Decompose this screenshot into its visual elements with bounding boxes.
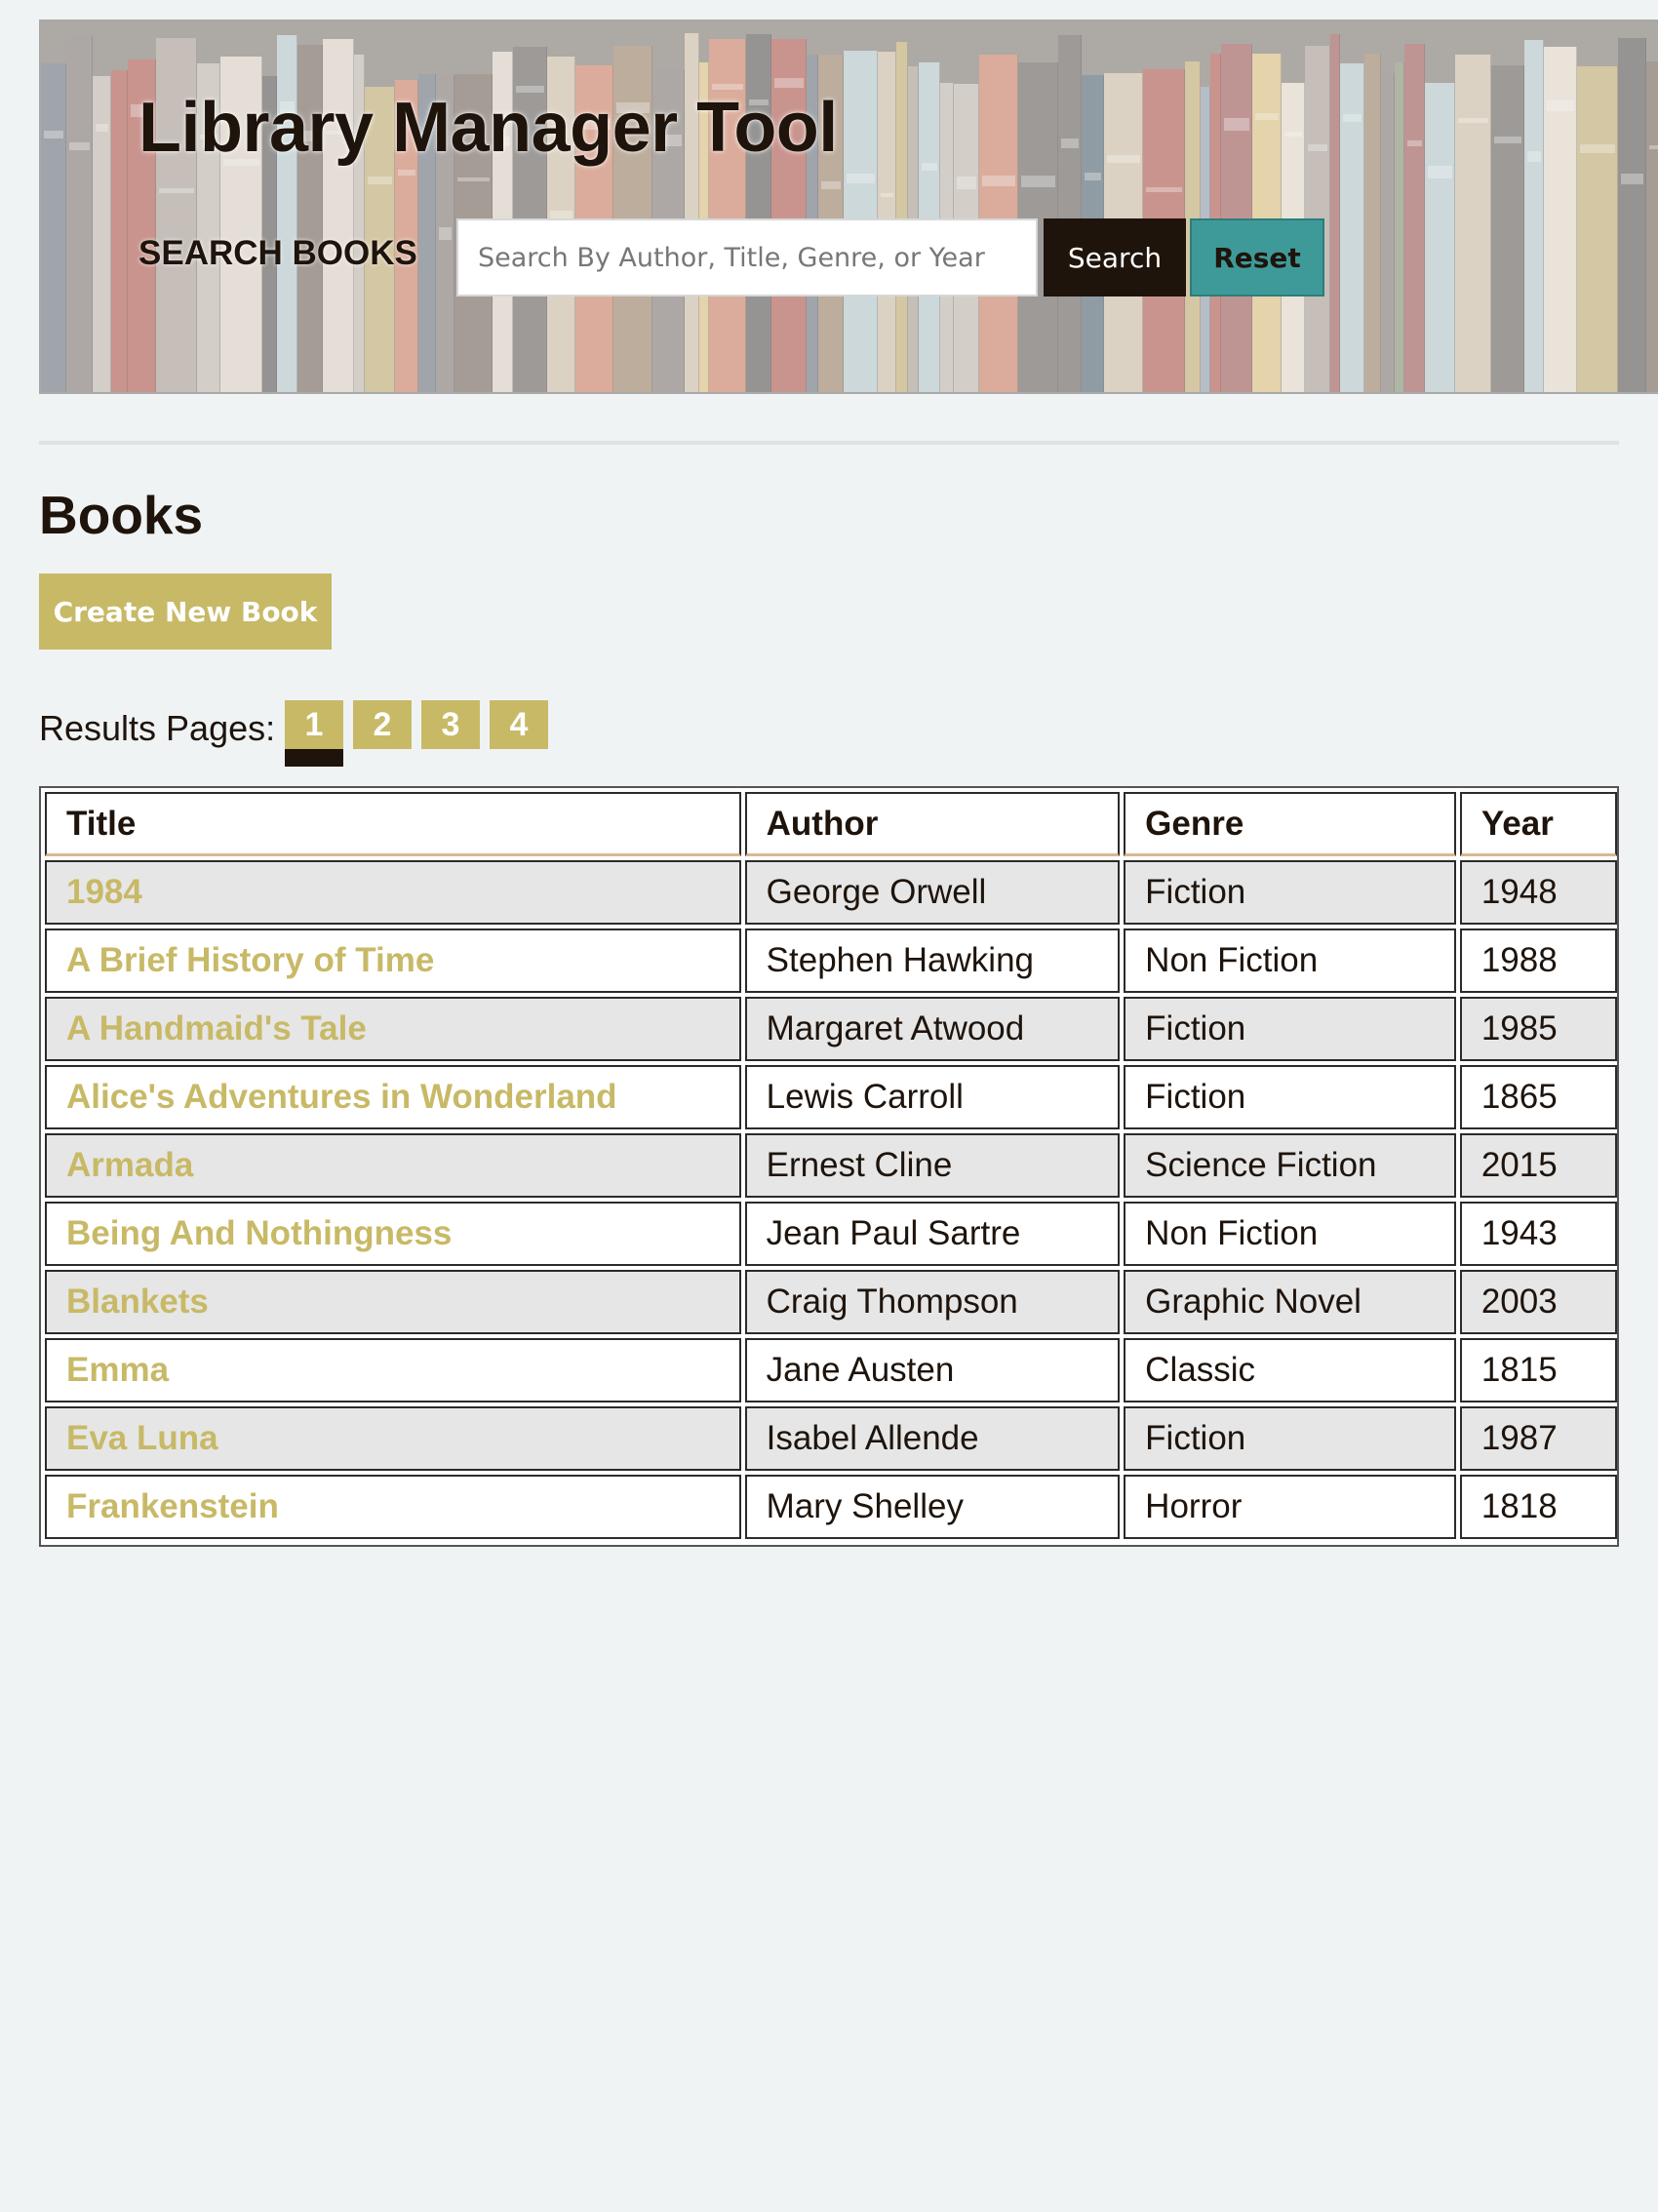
book-author: Ernest Cline — [744, 1133, 1121, 1198]
book-author: George Orwell — [744, 860, 1121, 925]
book-title-link[interactable]: A Handmaid's Tale — [45, 997, 741, 1061]
book-title-link[interactable]: Eva Luna — [45, 1406, 741, 1471]
book-genre: Science Fiction — [1124, 1133, 1456, 1198]
table-row: Being And Nothingness Jean Paul Sartre N… — [45, 1202, 1617, 1266]
book-author: Margaret Atwood — [744, 997, 1121, 1061]
site-title: Library Manager Tool — [138, 89, 838, 167]
book-author: Mary Shelley — [744, 1475, 1121, 1539]
book-genre: Fiction — [1124, 860, 1456, 925]
header-banner: Library Manager Tool SEARCH BOOKS Search… — [39, 20, 1658, 394]
table-row: 1984 George Orwell Fiction 1948 — [45, 860, 1617, 925]
book-author: Isabel Allende — [744, 1406, 1121, 1471]
book-genre: Non Fiction — [1124, 1202, 1456, 1266]
table-row: Alice's Adventures in Wonderland Lewis C… — [45, 1065, 1617, 1129]
table-header-row: Title Author Genre Year — [45, 792, 1617, 856]
book-genre: Classic — [1124, 1338, 1456, 1402]
book-year: 1943 — [1459, 1202, 1617, 1266]
create-new-book-button[interactable]: Create New Book — [39, 573, 332, 650]
book-genre: Graphic Novel — [1124, 1270, 1456, 1334]
page-link-4[interactable]: 4 — [490, 700, 548, 749]
table-row: Eva Luna Isabel Allende Fiction 1987 — [45, 1406, 1617, 1471]
page-link-1[interactable]: 1 — [285, 700, 343, 767]
table-row: Armada Ernest Cline Science Fiction 2015 — [45, 1133, 1617, 1198]
page-title: Books — [39, 485, 204, 545]
page: Library Manager Tool SEARCH BOOKS Search… — [0, 0, 1658, 2212]
book-title-link[interactable]: Emma — [45, 1338, 741, 1402]
book-genre: Fiction — [1124, 1065, 1456, 1129]
book-year: 1818 — [1459, 1475, 1617, 1539]
table-row: A Brief History of Time Stephen Hawking … — [45, 928, 1617, 993]
page-link-3[interactable]: 3 — [421, 700, 480, 749]
book-title-link[interactable]: Armada — [45, 1133, 741, 1198]
table-row: Emma Jane Austen Classic 1815 — [45, 1338, 1617, 1402]
reset-button[interactable]: Reset — [1190, 218, 1324, 296]
book-title-link[interactable]: Frankenstein — [45, 1475, 741, 1539]
books-table-container: Title Author Genre Year 1984 George Orwe… — [39, 786, 1619, 1547]
book-year: 1865 — [1459, 1065, 1617, 1129]
search-label: SEARCH BOOKS — [138, 234, 417, 272]
book-year: 1985 — [1459, 997, 1617, 1061]
book-title-link[interactable]: Blankets — [45, 1270, 741, 1334]
book-title-link[interactable]: Alice's Adventures in Wonderland — [45, 1065, 741, 1129]
banner-overlay — [41, 21, 1658, 392]
book-year: 1948 — [1459, 860, 1617, 925]
column-header-title[interactable]: Title — [45, 792, 741, 856]
column-header-genre[interactable]: Genre — [1124, 792, 1456, 856]
table-row: Frankenstein Mary Shelley Horror 1818 — [45, 1475, 1617, 1539]
book-author: Lewis Carroll — [744, 1065, 1121, 1129]
book-year: 2015 — [1459, 1133, 1617, 1198]
table-row: Blankets Craig Thompson Graphic Novel 20… — [45, 1270, 1617, 1334]
book-title-link[interactable]: A Brief History of Time — [45, 928, 741, 993]
book-genre: Fiction — [1124, 997, 1456, 1061]
book-author: Jean Paul Sartre — [744, 1202, 1121, 1266]
section-divider — [39, 441, 1619, 445]
book-author: Stephen Hawking — [744, 928, 1121, 993]
books-table: Title Author Genre Year 1984 George Orwe… — [41, 788, 1621, 1543]
book-year: 1815 — [1459, 1338, 1617, 1402]
book-year: 1988 — [1459, 928, 1617, 993]
book-genre: Non Fiction — [1124, 928, 1456, 993]
book-title-link[interactable]: 1984 — [45, 860, 741, 925]
book-genre: Horror — [1124, 1475, 1456, 1539]
pagination-label: Results Pages: — [39, 708, 276, 748]
book-genre: Fiction — [1124, 1406, 1456, 1471]
column-header-author[interactable]: Author — [744, 792, 1121, 856]
column-header-year[interactable]: Year — [1459, 792, 1617, 856]
book-author: Craig Thompson — [744, 1270, 1121, 1334]
book-author: Jane Austen — [744, 1338, 1121, 1402]
book-year: 2003 — [1459, 1270, 1617, 1334]
page-link-2[interactable]: 2 — [353, 700, 412, 749]
book-title-link[interactable]: Being And Nothingness — [45, 1202, 741, 1266]
book-year: 1987 — [1459, 1406, 1617, 1471]
table-row: A Handmaid's Tale Margaret Atwood Fictio… — [45, 997, 1617, 1061]
search-button[interactable]: Search — [1044, 218, 1186, 296]
search-input[interactable] — [456, 218, 1038, 296]
